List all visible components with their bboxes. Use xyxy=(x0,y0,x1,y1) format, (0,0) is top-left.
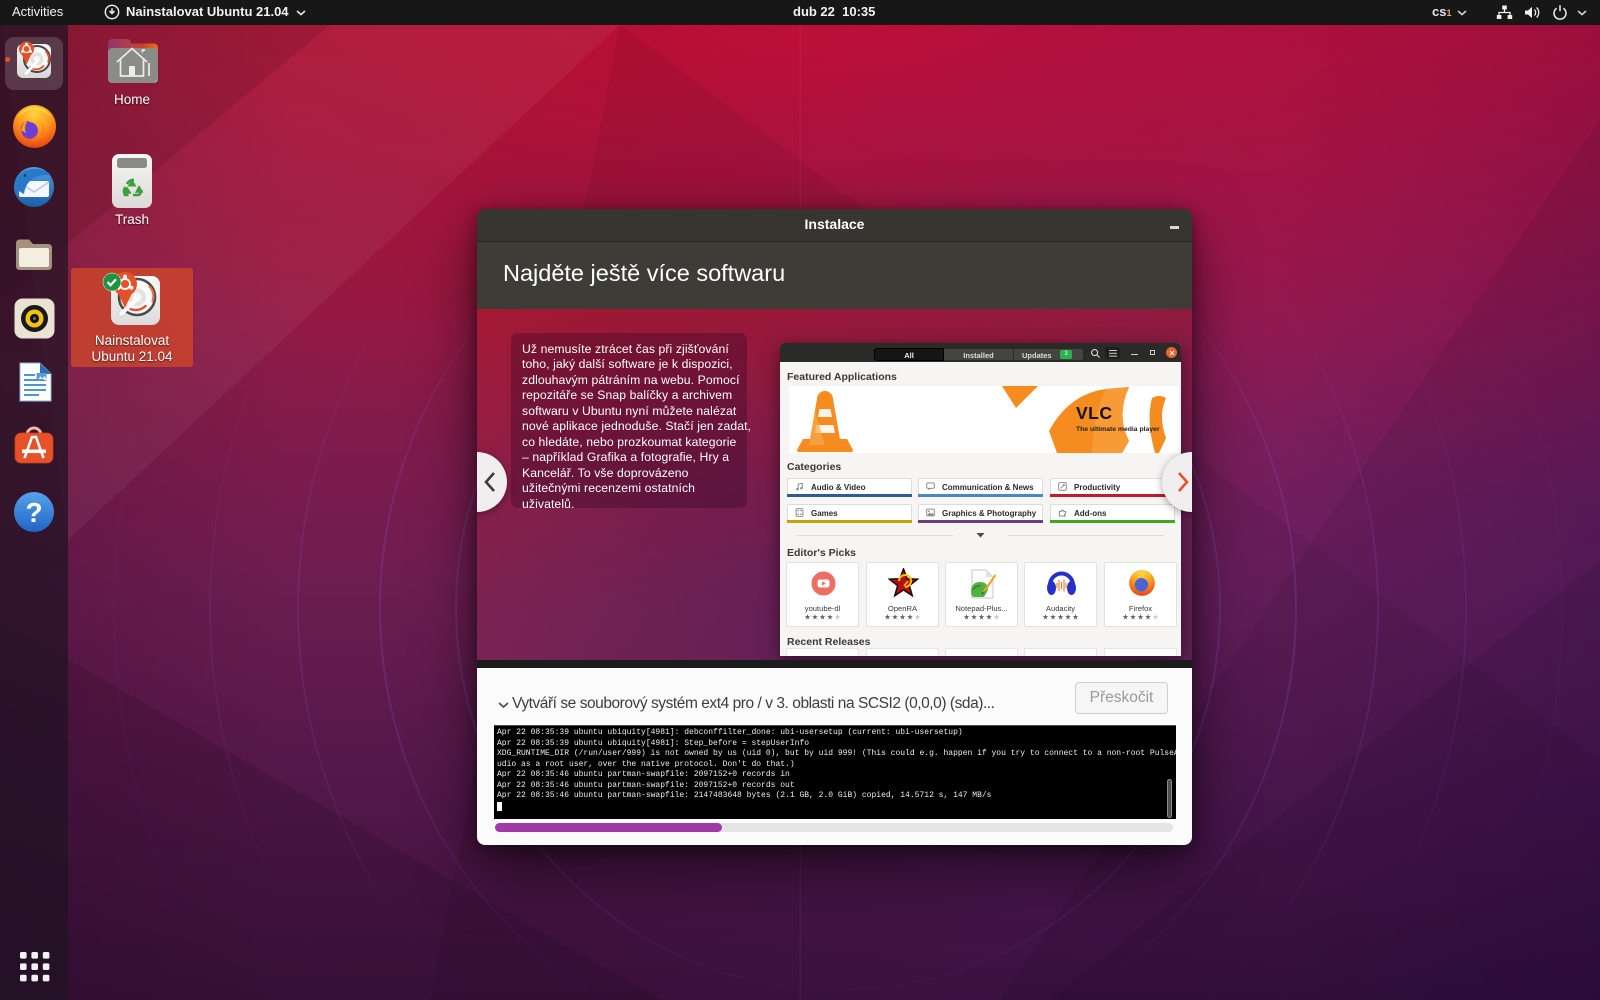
svg-text:?: ? xyxy=(25,497,42,528)
